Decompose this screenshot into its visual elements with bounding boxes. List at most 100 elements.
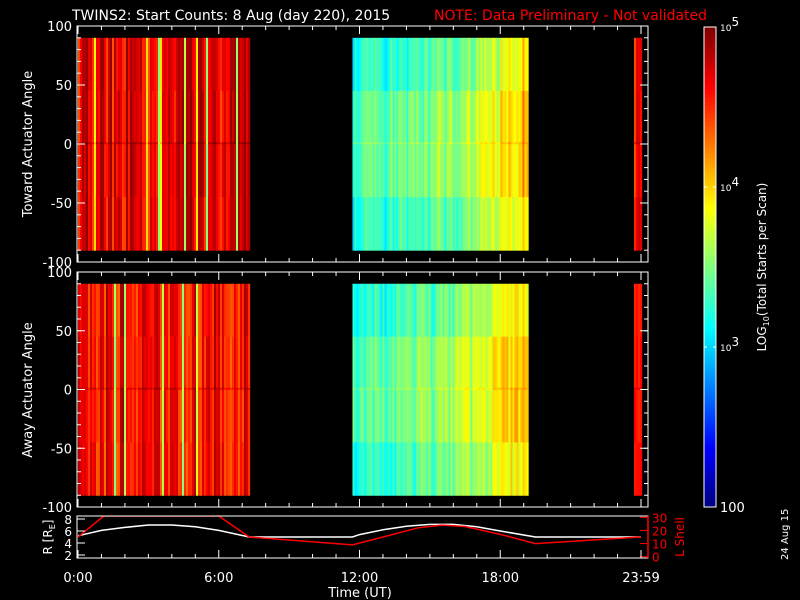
spectrogram-cell [238,336,241,390]
colorbar-cell [704,123,716,126]
spectrogram-cell [470,336,473,390]
colorbar-cell [704,419,716,422]
spectrogram-cell [220,197,223,251]
spectrogram-cell [160,389,163,443]
spectrogram-cell [122,336,125,390]
spectrogram-cell [394,283,397,338]
spectrogram-cell [400,90,403,145]
spectrogram-cell [98,389,101,443]
colorbar-cell [704,405,716,408]
spectrogram-cell [362,90,365,145]
spectrogram-cell [174,90,177,145]
spectrogram-cell [462,389,465,443]
colorbar-cell [704,181,716,184]
spectrogram-cell [502,389,505,443]
spectrogram-cell [128,387,130,390]
spectrogram-cell [396,90,399,145]
spectrogram-cell [474,197,477,251]
spectrogram-cell [218,142,220,145]
spectrogram-cell [486,197,489,251]
spectrogram-cell [484,283,487,338]
spectrogram-cell [148,197,151,251]
spectrogram-cell [194,197,197,251]
spectrogram-cell [512,387,515,390]
spectrogram-cell [180,197,183,251]
spectrogram-cell [408,142,411,145]
spectrogram-cell [452,142,455,145]
colorbar-cell [704,289,716,292]
spectrogram-cell [202,90,205,145]
spectrogram-cell [526,37,529,92]
spectrogram-cell [388,389,391,443]
colorbar-cell [704,387,716,390]
spectrogram-cell [438,389,441,443]
spectrogram-cell [238,142,240,145]
spectrogram-cell [416,197,419,251]
spectrogram-cell [416,336,419,390]
colorbar-cell [704,189,716,192]
colorbar-cell [704,157,716,160]
spectrogram-cell [456,283,459,338]
spectrogram-cell [522,283,525,338]
spectrogram-cell [380,442,383,496]
spectrogram-cell [512,90,515,145]
spectrogram-cell [510,197,513,251]
spectrogram-cell [196,197,199,251]
spectrogram-cell [206,90,209,145]
spectrogram-cell [372,336,375,390]
spectrogram-cell [160,442,163,496]
spectrogram-cell [174,142,176,145]
spectrogram-cell [396,387,399,390]
spectrogram-cell [510,142,513,145]
spectrogram-cell [234,387,236,390]
spectrogram-cell [406,37,409,92]
spectrogram-cell [104,387,106,390]
spectrogram-cell [234,389,237,443]
spectrogram-cell [218,442,221,496]
spectrogram-cell [472,197,475,251]
spectrogram-cell [214,197,217,251]
spectrogram-cell [212,144,215,198]
spectrogram-cell [354,142,357,145]
spectrogram-cell [90,37,93,92]
spectrogram-cell [98,142,100,145]
spectrogram-cell [352,197,355,251]
spectrogram-cell [488,90,491,145]
spectrogram-cell [96,336,99,390]
colorbar-cell [704,477,716,480]
spectrogram-cell [186,90,189,145]
colorbar-cell [704,385,716,388]
spectrogram-cell [382,283,385,338]
spectrogram-cell [100,336,103,390]
spectrogram-cell [114,387,116,390]
y2-tick-label: 20 [652,524,667,538]
spectrogram-cell [84,90,87,145]
spectrogram-cell [144,37,147,92]
spectrogram-cell [500,389,503,443]
spectrogram-cell [138,37,141,92]
spectrogram-cell [200,389,203,443]
spectrogram-cell [148,283,151,338]
spectrogram-cell [516,197,519,251]
spectrogram-cell [396,336,399,390]
spectrogram-cell [92,37,95,92]
spectrogram-cell [140,389,143,443]
spectrogram-cell [188,442,191,496]
colorbar-cell [704,391,716,394]
spectrogram-cell [234,144,237,198]
colorbar-cell [704,381,716,384]
colorbar-cell [704,71,716,74]
colorbar-cell [704,489,716,492]
spectrogram-cell [352,442,355,496]
spectrogram-cell [178,144,181,198]
colorbar-cell [704,383,716,386]
spectrogram-cell [470,283,473,338]
spectrogram-cell [474,442,477,496]
spectrogram-cell [434,144,437,198]
spectrogram-cell [408,389,411,443]
spectrogram-cell [448,442,451,496]
spectrogram-cell [508,387,511,390]
spectrogram-cell [118,90,121,145]
spectrogram-cell [360,283,363,338]
spectrogram-cell [178,389,181,443]
